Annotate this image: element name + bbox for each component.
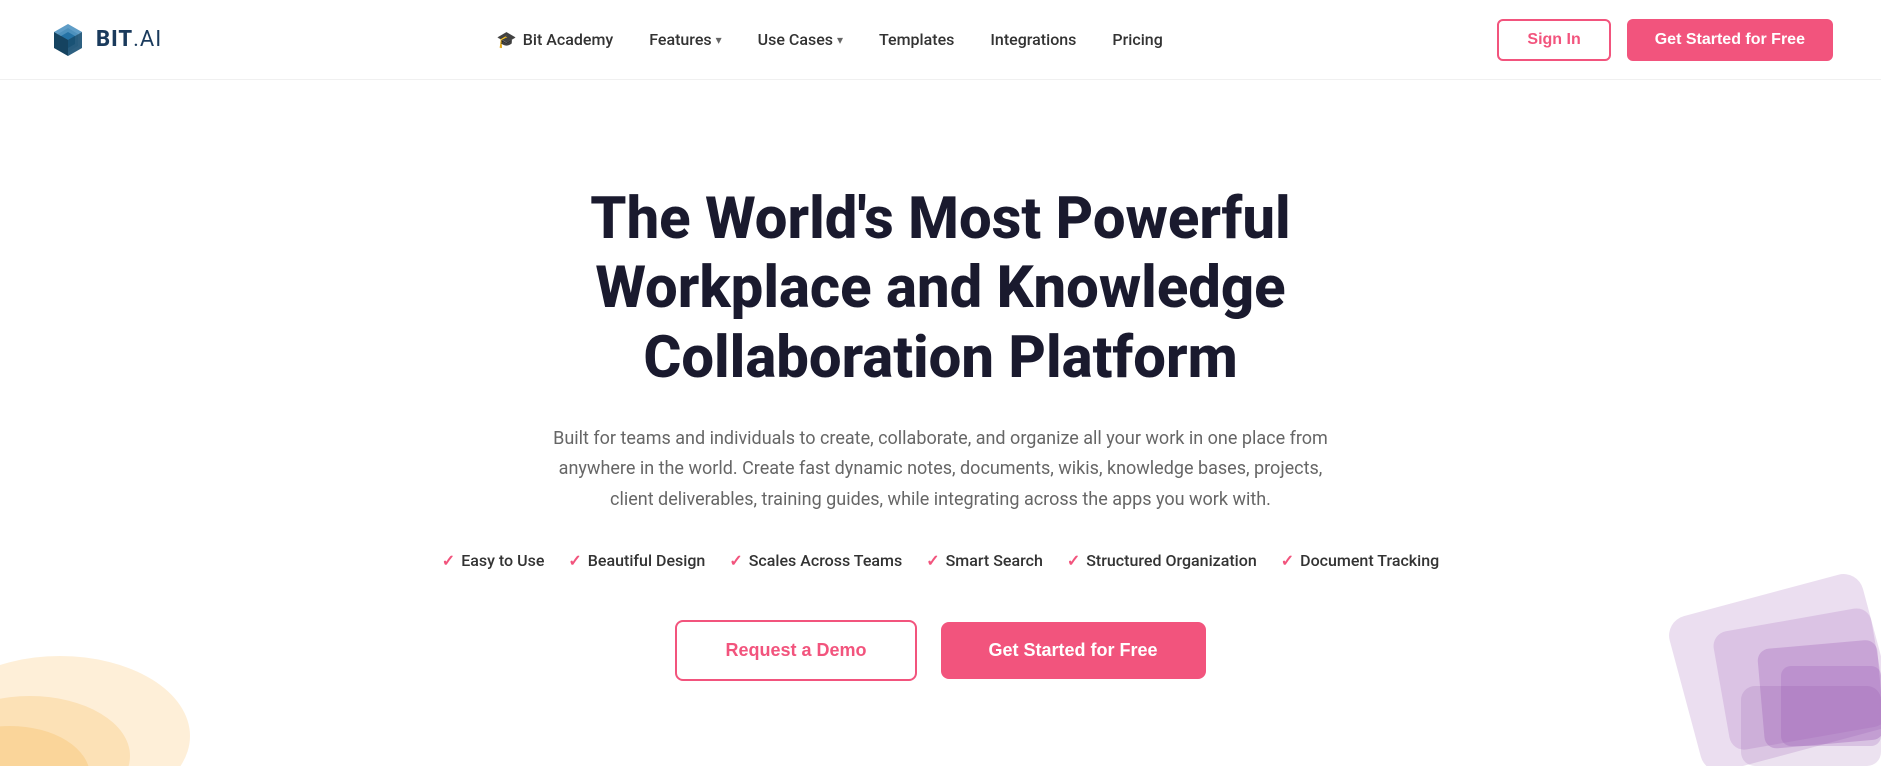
logo-text: BIT.AI — [96, 27, 162, 52]
logo-icon — [48, 20, 88, 60]
get-started-hero-button[interactable]: Get Started for Free — [941, 622, 1206, 679]
checkmark-icon: ✓ — [1067, 551, 1080, 570]
chevron-down-icon: ▾ — [837, 33, 843, 47]
chevron-down-icon: ▾ — [716, 33, 722, 47]
request-demo-button[interactable]: Request a Demo — [675, 620, 916, 681]
checkmark-icon: ✓ — [568, 551, 581, 570]
hero-section: The World's Most Powerful Workplace and … — [0, 80, 1881, 766]
hero-title: The World's Most Powerful Workplace and … — [441, 185, 1441, 394]
nav-item-templates[interactable]: Templates — [879, 30, 954, 49]
blob-left-decoration — [0, 536, 230, 766]
feature-structured-organization: ✓ Structured Organization — [1067, 551, 1257, 570]
nav-item-pricing[interactable]: Pricing — [1112, 30, 1162, 49]
blob-right-decoration — [1581, 546, 1881, 766]
logo[interactable]: BIT.AI — [48, 20, 162, 60]
academy-icon: 🎓 — [497, 30, 517, 49]
checkmark-icon: ✓ — [1281, 551, 1294, 570]
nav-links: 🎓 Bit Academy Features ▾ Use Cases ▾ Tem… — [497, 30, 1163, 49]
feature-document-tracking: ✓ Document Tracking — [1281, 551, 1439, 570]
hero-content: The World's Most Powerful Workplace and … — [441, 185, 1441, 682]
cta-buttons: Request a Demo Get Started for Free — [441, 620, 1441, 681]
nav-item-features[interactable]: Features ▾ — [649, 30, 721, 49]
hero-subtitle: Built for teams and individuals to creat… — [551, 424, 1331, 516]
navbar: BIT.AI 🎓 Bit Academy Features ▾ Use Case… — [0, 0, 1881, 80]
get-started-nav-button[interactable]: Get Started for Free — [1627, 19, 1833, 61]
nav-actions: Sign In Get Started for Free — [1497, 19, 1833, 61]
nav-item-bit-academy[interactable]: 🎓 Bit Academy — [497, 30, 613, 49]
checkmark-icon: ✓ — [729, 551, 742, 570]
checkmark-icon: ✓ — [926, 551, 939, 570]
feature-easy-to-use: ✓ Easy to Use — [442, 551, 545, 570]
feature-beautiful-design: ✓ Beautiful Design — [568, 551, 705, 570]
feature-smart-search: ✓ Smart Search — [926, 551, 1043, 570]
feature-scales-across-teams: ✓ Scales Across Teams — [729, 551, 902, 570]
checkmark-icon: ✓ — [442, 551, 455, 570]
nav-item-integrations[interactable]: Integrations — [990, 30, 1076, 49]
features-row: ✓ Easy to Use ✓ Beautiful Design ✓ Scale… — [441, 551, 1441, 570]
nav-item-use-cases[interactable]: Use Cases ▾ — [758, 30, 843, 49]
sign-in-button[interactable]: Sign In — [1497, 19, 1610, 61]
